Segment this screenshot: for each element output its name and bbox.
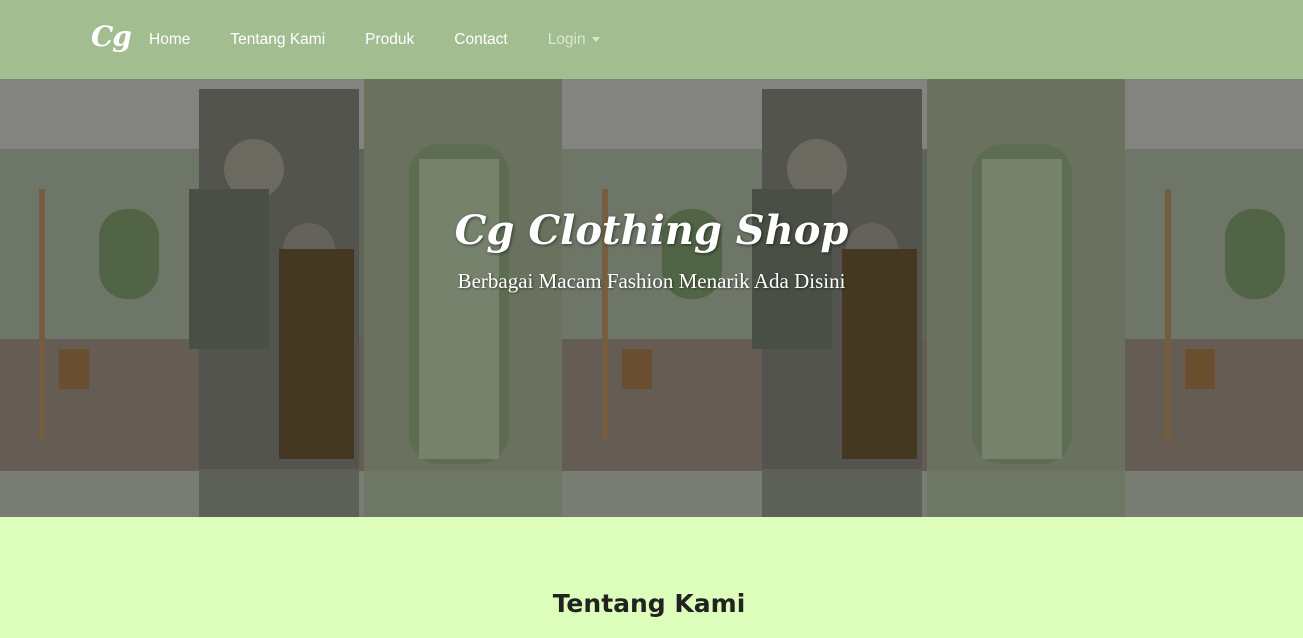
nav-link-produk[interactable]: Produk (365, 31, 414, 49)
nav-link-contact[interactable]: Contact (454, 31, 507, 49)
hero-title: Cg Clothing Shop (454, 207, 849, 254)
nav-links: Home Tentang Kami Produk Contact Login (149, 0, 640, 79)
hero-subtitle: Berbagai Macam Fashion Menarik Ada Disin… (457, 269, 846, 293)
brand-logo[interactable]: Cg (91, 20, 132, 53)
nav-dropdown-login[interactable]: Login (548, 31, 600, 49)
caret-down-icon (591, 36, 600, 42)
hero-banner: Cg Clothing Shop Berbagai Macam Fashion … (0, 79, 1303, 517)
navbar: Cg Home Tentang Kami Produk Contact Logi… (0, 0, 1303, 79)
nav-link-tentang-kami[interactable]: Tentang Kami (230, 31, 325, 49)
hero-overlay (0, 79, 1303, 517)
about-heading: Tentang Kami (552, 589, 746, 618)
nav-link-login-label: Login (547, 30, 586, 48)
nav-link-home[interactable]: Home (149, 31, 190, 49)
